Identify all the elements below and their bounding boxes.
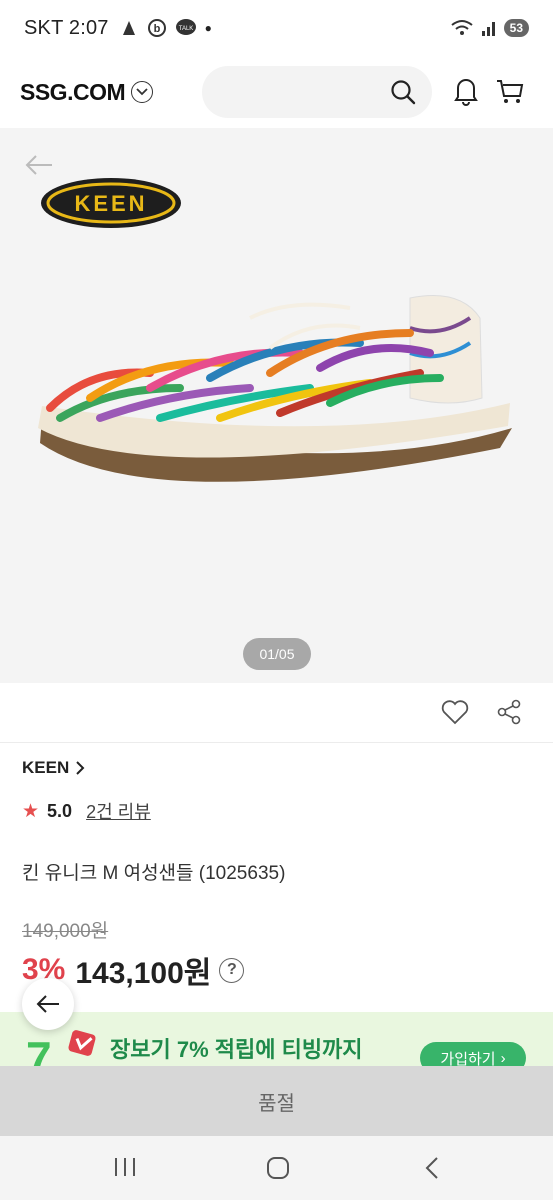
app-notification-icon xyxy=(122,21,135,35)
sold-out-button[interactable]: 품절 xyxy=(0,1066,553,1136)
band-app-icon: b xyxy=(147,19,166,37)
app-header: SSG.COM xyxy=(0,56,553,128)
help-icon[interactable]: ? xyxy=(219,957,245,983)
keen-logo: KEEN xyxy=(41,178,181,228)
status-carrier-time: SKT 2:07 xyxy=(24,16,109,39)
back-icon[interactable] xyxy=(424,1156,440,1180)
more-dot-icon: ● xyxy=(204,21,212,35)
back-arrow-icon xyxy=(36,995,59,1013)
brand-name: KEEN xyxy=(22,758,70,777)
sale-price: 143,100원 xyxy=(75,957,212,990)
cart-icon[interactable] xyxy=(495,76,525,106)
rating: ★ 5.0 2건 리뷰 xyxy=(22,798,151,824)
share-icon[interactable] xyxy=(496,699,522,725)
wifi-icon xyxy=(451,20,473,35)
svg-text:b: b xyxy=(153,23,160,35)
product-actions xyxy=(0,683,553,743)
status-bar: SKT 2:07 b TALK ● 53 xyxy=(0,0,553,56)
chevron-down-icon[interactable] xyxy=(131,81,154,103)
brand-link[interactable]: KEEN xyxy=(22,758,85,778)
svg-text:TALK: TALK xyxy=(178,26,193,32)
search-icon[interactable] xyxy=(390,79,416,105)
join-label: 가입하기 xyxy=(440,1050,496,1068)
star-icon: ★ xyxy=(22,800,40,822)
product-name: 킨 유니크 M 여성샌들 (1025635) xyxy=(22,863,286,884)
floating-back-button[interactable] xyxy=(22,978,74,1030)
chevron-right-icon xyxy=(76,761,85,775)
recent-apps-icon[interactable] xyxy=(113,1156,137,1178)
heart-icon[interactable] xyxy=(441,699,469,725)
reviews-link[interactable]: 2건 리뷰 xyxy=(86,798,151,824)
chevron-right-icon: › xyxy=(500,1049,506,1067)
svg-text:KEEN: KEEN xyxy=(74,191,147,216)
battery-indicator: 53 xyxy=(503,19,529,37)
svg-text:7: 7 xyxy=(26,1032,52,1068)
promo-banner[interactable]: 7 장보기 7% 적립에 티빙까지 가입하기 › xyxy=(0,1012,553,1068)
gallery-back-arrow-icon[interactable] xyxy=(24,154,54,176)
promo-text: 장보기 7% 적립에 티빙까지 xyxy=(110,1037,363,1062)
system-nav-bar xyxy=(0,1136,553,1200)
search-input[interactable] xyxy=(202,66,432,118)
rating-score: 5.0 xyxy=(47,800,73,821)
original-price: 149,000원 xyxy=(22,921,109,942)
home-icon[interactable] xyxy=(266,1156,290,1180)
kakaotalk-icon: TALK xyxy=(175,19,196,35)
product-image-sandal[interactable] xyxy=(30,278,530,508)
ssg-logo[interactable]: SSG.COM xyxy=(20,79,126,106)
join-button[interactable]: 가입하기 › xyxy=(420,1042,526,1068)
product-gallery[interactable]: KEEN 01/05 xyxy=(0,128,553,683)
gallery-pager: 01/05 xyxy=(243,638,311,670)
signal-icon xyxy=(481,22,495,36)
promo-graphic-icon: 7 xyxy=(26,1030,96,1068)
bell-icon[interactable] xyxy=(453,76,479,106)
